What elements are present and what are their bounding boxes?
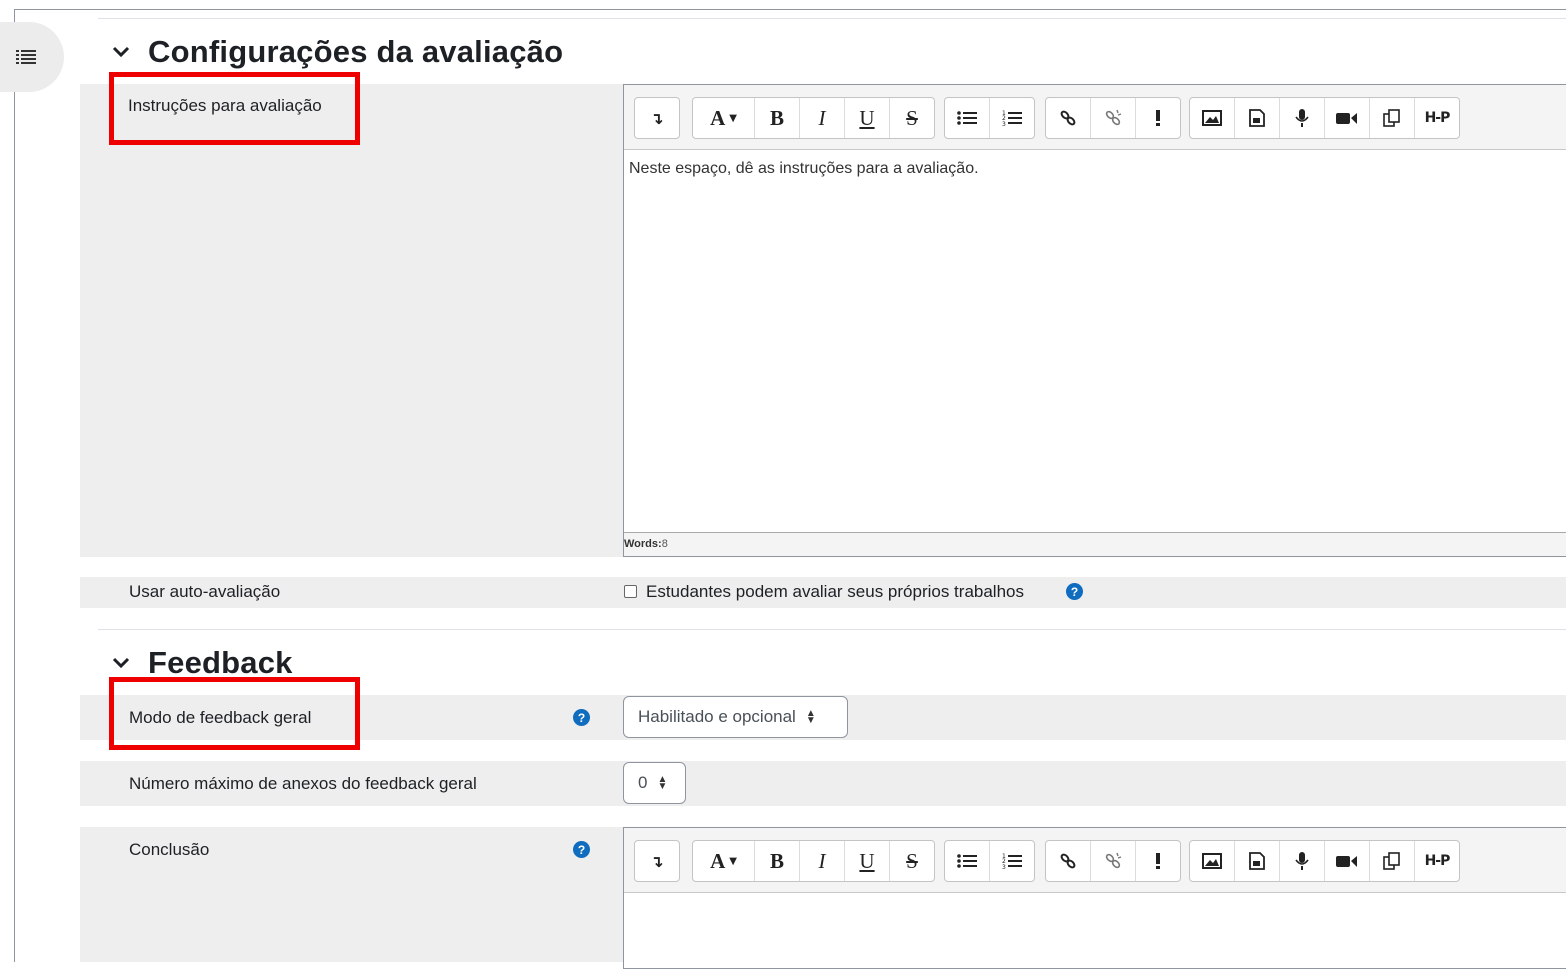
section-header-feedback[interactable]: Feedback [110, 645, 293, 681]
link-icon[interactable] [1046, 841, 1091, 881]
media-icon[interactable] [1235, 841, 1280, 881]
collapse-icon[interactable]: ↴ [635, 841, 679, 881]
section-divider [98, 629, 1566, 630]
bold-icon[interactable]: B [755, 98, 800, 138]
highlight-box-instructions [109, 72, 360, 145]
media-icon[interactable] [1235, 98, 1280, 138]
unlink-icon[interactable] [1091, 841, 1136, 881]
ordered-list-icon[interactable]: 123 [990, 841, 1034, 881]
strikethrough-icon[interactable]: S [890, 98, 934, 138]
self-assessment-checkbox[interactable] [624, 585, 637, 598]
section-divider [98, 18, 1566, 19]
section-title: Configurações da avaliação [148, 34, 564, 69]
self-assessment-checkbox-label[interactable]: Estudantes podem avaliar seus próprios t… [646, 582, 1024, 602]
list-icon [16, 50, 36, 64]
section-header-assessment-settings[interactable]: Configurações da avaliação [110, 34, 563, 70]
section-title: Feedback [148, 645, 293, 680]
image-icon[interactable] [1190, 98, 1235, 138]
feedback-mode-value: Habilitado e opcional [638, 707, 796, 726]
italic-icon[interactable]: I [800, 98, 845, 138]
unordered-list-icon[interactable] [945, 98, 990, 138]
collapse-icon[interactable]: ↴ [635, 98, 679, 138]
max-attachments-label: Número máximo de anexos do feedback gera… [129, 774, 477, 793]
ordered-list-icon[interactable]: 123 [990, 98, 1034, 138]
chevron-down-icon[interactable] [110, 41, 132, 63]
record-audio-icon[interactable] [1280, 98, 1325, 138]
svg-text:3: 3 [1002, 121, 1006, 127]
image-icon[interactable] [1190, 841, 1235, 881]
bold-icon[interactable]: B [755, 841, 800, 881]
page-border-top [14, 9, 1566, 10]
highlight-box-feedback-mode [109, 677, 360, 750]
words-count: 8 [661, 538, 668, 550]
conclusion-label: Conclusão [129, 840, 210, 859]
editor-content[interactable] [624, 893, 1566, 973]
manage-files-icon[interactable] [1370, 98, 1415, 138]
underline-icon[interactable]: U [845, 98, 890, 138]
course-index-toggle[interactable] [0, 22, 64, 92]
feedback-mode-select[interactable]: Habilitado e opcional ▲ ▼ [623, 696, 848, 738]
editor-toolbar: ↴ A ▼ B I U S 123 H-P [624, 85, 1566, 150]
h5p-icon[interactable]: H-P [1415, 841, 1459, 881]
unordered-list-icon[interactable] [945, 841, 990, 881]
strikethrough-icon[interactable]: S [890, 841, 934, 881]
editor-text[interactable]: Neste espaço, dê as instruções para a av… [629, 160, 979, 178]
font-color-icon[interactable]: A ▼ [693, 841, 755, 881]
help-icon[interactable]: ? [573, 841, 590, 858]
font-color-icon[interactable]: A ▼ [693, 98, 755, 138]
self-assessment-label: Usar auto-avaliação [129, 582, 281, 601]
max-attachments-value: 0 [638, 773, 648, 792]
select-arrows-icon: ▲ ▼ [805, 708, 816, 726]
record-audio-icon[interactable] [1280, 841, 1325, 881]
italic-icon[interactable]: I [800, 841, 845, 881]
record-video-icon[interactable] [1325, 98, 1370, 138]
h5p-icon[interactable]: H-P [1415, 98, 1459, 138]
record-video-icon[interactable] [1325, 841, 1370, 881]
help-icon[interactable]: ? [573, 709, 590, 726]
select-arrows-icon: ▲ ▼ [657, 774, 668, 792]
chevron-down-icon[interactable] [110, 652, 132, 674]
editor-content[interactable]: Neste espaço, dê as instruções para a av… [624, 150, 1566, 532]
max-attachments-select[interactable]: 0 ▲ ▼ [623, 762, 686, 804]
words-label: Words: [624, 538, 662, 550]
emoji-icon[interactable] [1136, 841, 1180, 881]
instructions-editor[interactable]: ↴ A ▼ B I U S 123 H-P Neste espaço, dê a… [623, 84, 1566, 557]
unlink-icon[interactable] [1091, 98, 1136, 138]
help-icon[interactable]: ? [1066, 583, 1083, 600]
editor-toolbar: ↴ A ▼ B I U S 123 H-P [624, 828, 1566, 893]
page-border-left [14, 9, 15, 962]
emoji-icon[interactable] [1136, 98, 1180, 138]
manage-files-icon[interactable] [1370, 841, 1415, 881]
underline-icon[interactable]: U [845, 841, 890, 881]
svg-text:3: 3 [1002, 864, 1006, 870]
word-count-bar: Words:8 [624, 532, 1566, 556]
conclusion-editor[interactable]: ↴ A ▼ B I U S 123 H-P [623, 827, 1566, 969]
link-icon[interactable] [1046, 98, 1091, 138]
